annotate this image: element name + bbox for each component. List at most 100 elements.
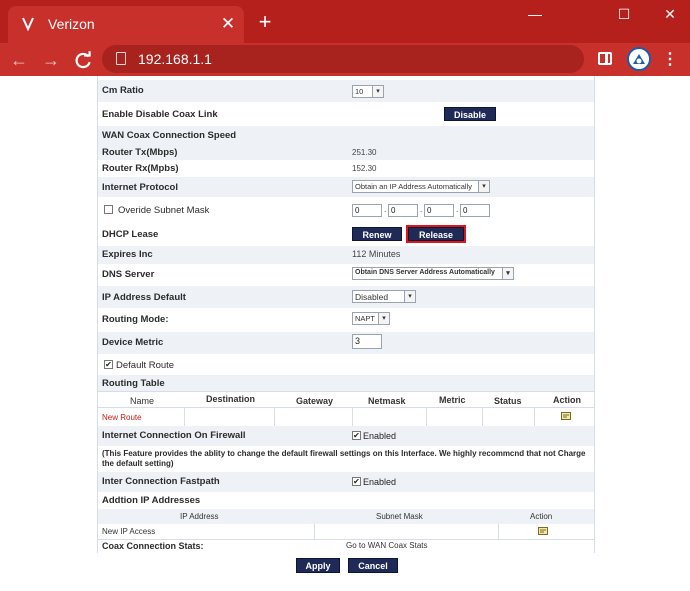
col-metric: Metric (439, 395, 466, 405)
ip-default-label: IP Address Default (102, 292, 186, 303)
subnet-octet-4[interactable]: 0 (460, 204, 490, 217)
forward-arrow-icon[interactable]: → (40, 49, 62, 71)
dns-server-value: Obtain DNS Server Address Automatically (355, 269, 495, 276)
col-action: Action (553, 395, 581, 405)
subnet-octet-3[interactable]: 0 (424, 204, 454, 217)
release-button[interactable]: Release (406, 225, 466, 243)
router-rx-value: 152.30 (352, 164, 377, 173)
internet-protocol-select[interactable]: Obtain an IP Address Automatically ▾ (352, 180, 490, 193)
apply-button[interactable]: Apply (296, 558, 340, 573)
fastpath-label: Inter Connection Fastpath (102, 476, 220, 487)
page-content: Cm Ratio 10 ▾ Enable Disable Coax Link D… (0, 76, 690, 591)
routing-mode-select[interactable]: NAPT ▾ (352, 312, 390, 325)
browser-toolbar: ← → 192.168.1.1 ⋮ (0, 43, 690, 76)
address-bar[interactable]: 192.168.1.1 (102, 45, 584, 73)
subnet-dot: . (384, 205, 387, 214)
col-destination: Destination (206, 394, 256, 404)
new-route-link[interactable]: New Route (102, 413, 142, 422)
firewall-checkbox[interactable]: ✔ (352, 431, 361, 440)
firewall-label: Internet Connection On Firewall (102, 430, 246, 441)
coax-link-label: Enable Disable Coax Link (102, 109, 218, 120)
cell-divider (534, 408, 535, 426)
profile-avatar[interactable] (627, 47, 651, 71)
verizon-favicon-icon (22, 17, 34, 31)
page-info-icon[interactable] (116, 52, 126, 65)
kebab-menu-icon[interactable]: ⋮ (662, 51, 678, 69)
routing-table-row: New Route (98, 408, 594, 426)
coax-link-row: Enable Disable Coax Link Disable (98, 104, 594, 124)
new-ip-link[interactable]: New IP Access (102, 527, 155, 536)
new-tab-button[interactable]: + (254, 11, 276, 33)
tab-title: Verizon (48, 16, 95, 32)
reload-icon[interactable] (72, 50, 94, 72)
coax-stats-label: Coax Connection Stats: (102, 541, 204, 551)
subnet-dot: . (456, 205, 459, 214)
back-arrow-icon[interactable]: ← (8, 49, 30, 71)
addition-ip-heading: Addtion IP Addresses (102, 495, 201, 506)
disable-coax-button[interactable]: Disable (444, 107, 496, 121)
cell-divider (184, 408, 185, 426)
override-subnet-row: Overide Subnet Mask 0 . 0 . 0 . 0 (98, 199, 594, 221)
add-route-icon[interactable] (561, 411, 572, 420)
chevron-down-icon: ▾ (372, 86, 383, 97)
routing-mode-label: Routing Mode: (102, 314, 169, 325)
routing-mode-value: NAPT (355, 314, 376, 323)
device-metric-row: Device Metric 3 (98, 332, 594, 354)
subnet-octet-1[interactable]: 0 (352, 204, 382, 217)
addition-ip-row: New IP Access (98, 524, 594, 540)
renew-button[interactable]: Renew (352, 227, 402, 241)
override-subnet-label: Overide Subnet Mask (118, 205, 210, 216)
close-window-icon[interactable]: ✕ (658, 4, 682, 24)
col-status: Status (494, 396, 522, 406)
coax-stats-link[interactable]: Go to WAN Coax Stats (346, 541, 428, 550)
ip-default-value: Disabled (355, 292, 389, 302)
fastpath-checkbox[interactable]: ✔ (352, 477, 361, 486)
url-text[interactable]: 192.168.1.1 (138, 51, 212, 67)
maximize-icon[interactable]: ☐ (612, 4, 636, 24)
ip-default-select[interactable]: Disabled ▾ (352, 290, 416, 303)
router-rx-label: Router Rx(Mpbs) (102, 163, 179, 174)
add-ip-icon[interactable] (538, 526, 549, 535)
col-netmask: Netmask (368, 396, 406, 406)
internet-protocol-label: Internet Protocol (102, 182, 179, 193)
minimize-icon[interactable]: — (523, 4, 547, 24)
cell-divider (498, 524, 499, 540)
wan-coax-speed-heading: WAN Coax Connection Speed (102, 130, 237, 141)
default-route-row: ✔ Default Route (98, 355, 594, 375)
cm-ratio-label: Cm Ratio (102, 85, 144, 96)
cell-divider (274, 408, 275, 426)
wan-coax-speed-row: WAN Coax Connection Speed (98, 126, 594, 144)
chevron-down-icon: ▾ (502, 268, 513, 279)
browser-tab-strip: Verizon ✕ + — ☐ ✕ (0, 0, 690, 43)
routing-table-header: Name Destination Gateway Netmask Metric … (98, 391, 594, 408)
dns-server-row: DNS Server Obtain DNS Server Address Aut… (98, 264, 594, 284)
default-route-checkbox[interactable]: ✔ (104, 360, 113, 369)
tab-close-icon[interactable]: ✕ (218, 14, 238, 34)
default-route-label: Default Route (116, 360, 175, 371)
subnet-octet-2[interactable]: 0 (388, 204, 418, 217)
col-subnet-mask: Subnet Mask (376, 512, 423, 521)
device-metric-label: Device Metric (102, 337, 164, 348)
internet-protocol-row: Internet Protocol Obtain an IP Address A… (98, 177, 594, 197)
firewall-row: Internet Connection On Firewall ✔ Enable… (98, 426, 594, 446)
fastpath-value: Enabled (363, 477, 397, 487)
subnet-dot: . (420, 205, 423, 214)
col-ip-action: Action (530, 512, 553, 521)
device-metric-input[interactable]: 3 (352, 334, 382, 349)
chevron-down-icon: ▾ (404, 291, 415, 302)
expires-label: Expires Inc (102, 249, 153, 260)
cm-ratio-select[interactable]: 10 ▾ (352, 85, 384, 98)
router-tx-value: 251.30 (352, 148, 377, 157)
cancel-button[interactable]: Cancel (348, 558, 398, 573)
side-panel-icon[interactable] (598, 52, 612, 65)
cell-divider (352, 408, 353, 426)
firewall-note-row: (This Feature provides the ablity to cha… (98, 447, 594, 471)
browser-tab[interactable]: Verizon ✕ (8, 6, 244, 43)
expires-value: 112 Minutes (352, 249, 401, 259)
firewall-value: Enabled (363, 431, 397, 441)
router-tx-row: Router Tx(Mbps) 251.30 (98, 144, 594, 160)
cell-divider (314, 524, 315, 540)
override-subnet-checkbox[interactable] (104, 205, 113, 214)
cm-ratio-value: 10 (355, 87, 364, 96)
dns-server-select[interactable]: Obtain DNS Server Address Automatically … (352, 267, 514, 280)
